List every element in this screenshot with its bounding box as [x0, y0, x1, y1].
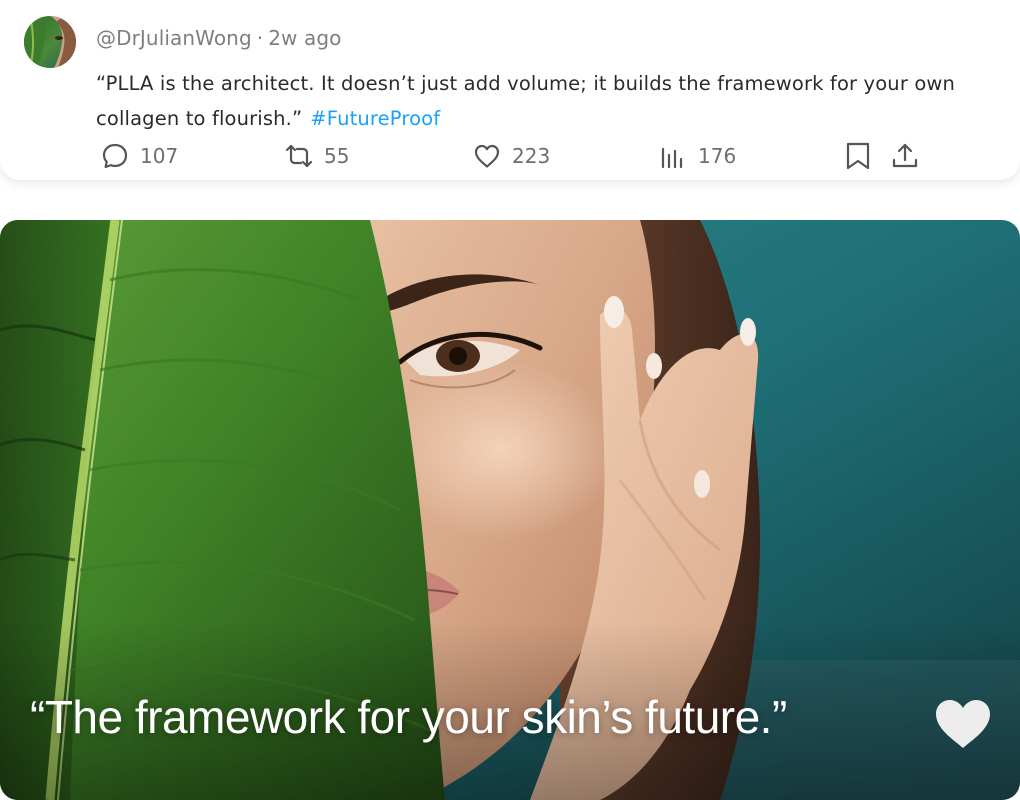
retweet-count: 55	[324, 144, 350, 168]
reply-button[interactable]: 107	[100, 138, 178, 174]
bar-chart-icon	[658, 141, 688, 171]
bookmark-button[interactable]	[844, 138, 872, 174]
views-count: 176	[698, 144, 737, 168]
image-caption: “The framework for your skin’s future.”	[30, 691, 787, 743]
post-timestamp[interactable]: 2w ago	[268, 26, 341, 50]
post-card: @DrJulianWong · 2w ago “PLLA is the archit…	[0, 0, 1020, 180]
author-handle[interactable]: @DrJulianWong	[96, 26, 252, 50]
bookmark-icon	[844, 141, 872, 171]
views-button[interactable]: 176	[658, 138, 736, 174]
action-bar: 107 55 223 176	[0, 138, 1020, 174]
share-button[interactable]	[890, 138, 920, 174]
post-text: “PLLA is the architect. It doesn’t just …	[96, 66, 996, 136]
meta-separator: ·	[256, 26, 264, 50]
post-image[interactable]: “The framework for your skin’s future.”	[0, 220, 1020, 800]
share-upload-icon	[890, 141, 920, 171]
reply-count: 107	[140, 144, 179, 168]
post-body: “PLLA is the architect. It doesn’t just …	[96, 72, 956, 130]
post-meta: @DrJulianWong · 2w ago	[96, 26, 341, 50]
hashtag-link[interactable]: #FutureProof	[310, 107, 440, 130]
like-count: 223	[512, 144, 551, 168]
heart-filled-icon[interactable]	[932, 696, 994, 752]
retweet-button[interactable]: 55	[284, 138, 349, 174]
like-button[interactable]: 223	[472, 138, 550, 174]
retweet-icon	[284, 141, 314, 171]
heart-outline-icon	[472, 141, 502, 171]
avatar[interactable]	[24, 16, 76, 68]
speech-bubble-icon	[100, 141, 130, 171]
